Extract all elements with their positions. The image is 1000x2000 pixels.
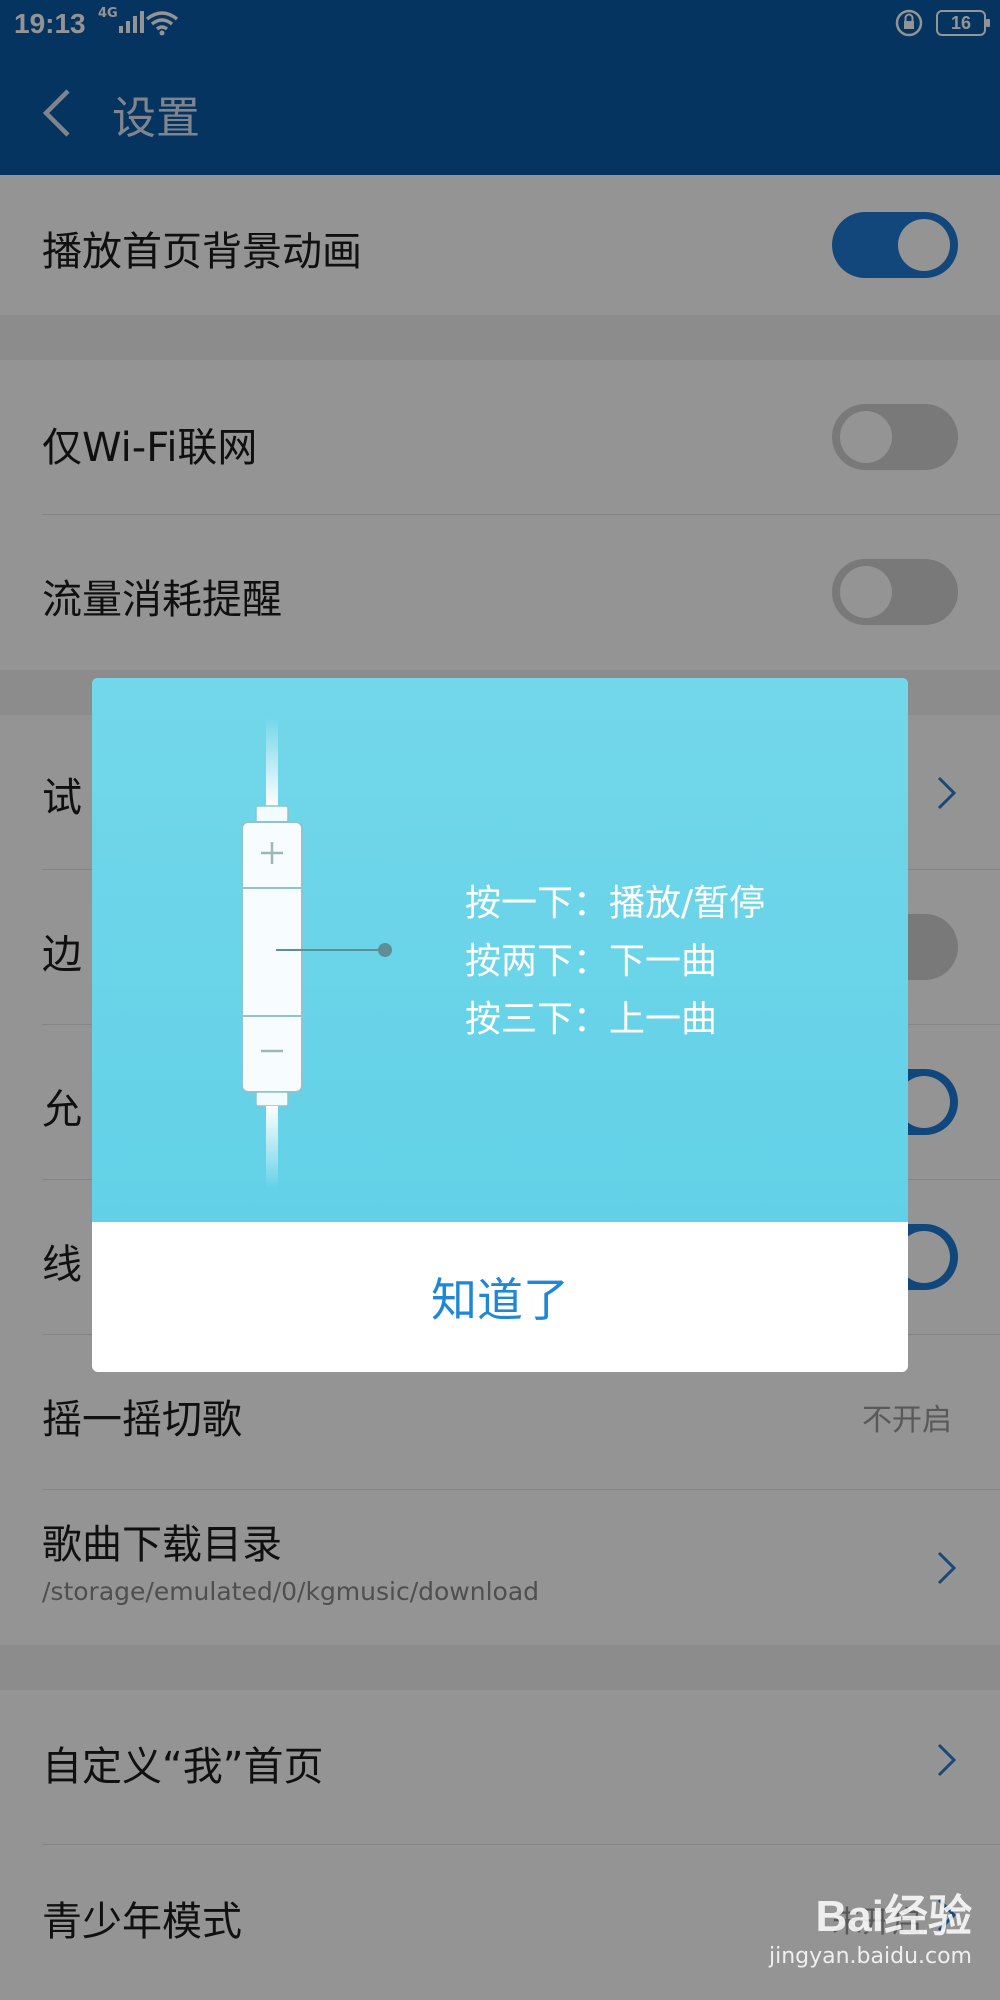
hint-triple-press: 按三下：上一曲 (465, 999, 718, 1040)
earphone-guide-dialog: 按一下：播放/暂停 按两下：下一曲 按三下：上一曲 知道了 (92, 678, 908, 1372)
got-it-button[interactable]: 知道了 (92, 1222, 908, 1372)
watermark-url: jingyan.baidu.com (768, 1944, 972, 1969)
dialog-illustration-area: 按一下：播放/暂停 按两下：下一曲 按三下：上一曲 (92, 678, 908, 1222)
watermark-logo: Bai经验 (815, 1892, 972, 1941)
earphone-remote-icon (242, 718, 392, 1188)
baidu-watermark: Bai经验 jingyan.baidu.com (769, 1880, 972, 1969)
hint-double-press: 按两下：下一曲 (465, 941, 718, 982)
hint-single-press: 按一下：播放/暂停 (465, 883, 766, 924)
